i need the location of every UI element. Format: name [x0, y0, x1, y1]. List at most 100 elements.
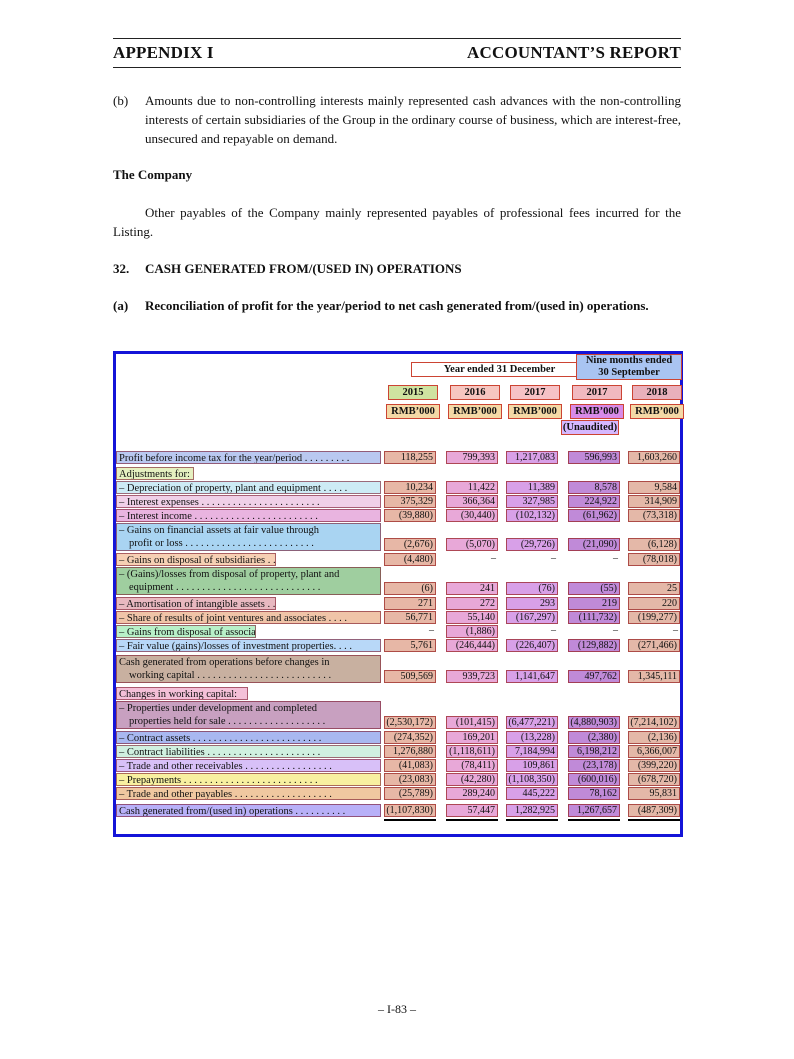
row-value: 327,985 — [506, 495, 558, 508]
note-b-label: (b) — [113, 93, 129, 108]
section-a-heading: (a) Reconciliation of profit for the yea… — [113, 296, 681, 315]
row-value: 272 — [446, 597, 498, 610]
row-value: 10,234 — [384, 481, 436, 494]
row-value: (1,107,830) — [384, 804, 436, 817]
row-value: 1,217,083 — [506, 451, 558, 464]
row-value: 497,762 — [568, 670, 620, 683]
row-value: 6,198,212 — [568, 745, 620, 758]
row-value: (21,090) — [568, 538, 620, 551]
row-value: 11,422 — [446, 481, 498, 494]
row-value: 25 — [628, 582, 680, 595]
row-value: 366,364 — [446, 495, 498, 508]
reconciliation-table: Year ended 31 December Nine months ended… — [113, 351, 684, 837]
row-label-line2: profit or loss . . . . . . . . . . . . .… — [129, 538, 314, 549]
row-value: (102,132) — [506, 509, 558, 522]
year-header-4: 2018 — [632, 385, 682, 400]
row-label: – Fair value (gains)/losses of investmen… — [116, 639, 381, 652]
row-label: Changes in working capital: — [116, 687, 248, 700]
nine-months-line2: 30 September — [598, 367, 660, 378]
row-value: (4,880,903) — [568, 716, 620, 729]
row-value: 375,329 — [384, 495, 436, 508]
row-label-line1: Adjustments for: — [119, 469, 190, 480]
row-label: – Contract assets . . . . . . . . . . . … — [116, 731, 381, 744]
row-value: (13,228) — [506, 731, 558, 744]
row-label-line1: – Properties under development and compl… — [119, 703, 317, 714]
row-label: – (Gains)/losses from disposal of proper… — [116, 567, 381, 595]
section-32-title: CASH GENERATED FROM/(USED IN) OPERATIONS — [145, 261, 462, 276]
row-value: 314,909 — [628, 495, 680, 508]
row-value: (101,415) — [446, 716, 498, 729]
row-value: (1,118,611) — [446, 745, 498, 758]
row-value: (246,444) — [446, 639, 498, 652]
row-value: (6) — [384, 582, 436, 595]
row-value: 11,389 — [506, 481, 558, 494]
section-32-heading: 32. CASH GENERATED FROM/(USED IN) OPERAT… — [113, 259, 681, 278]
row-label: Adjustments for: — [116, 467, 194, 480]
row-value: (6,128) — [628, 538, 680, 551]
row-value: 7,184,994 — [506, 745, 558, 758]
row-label: – Interest income . . . . . . . . . . . … — [116, 509, 381, 522]
row-value: 224,922 — [568, 495, 620, 508]
row-label-line1: – Interest expenses . . . . . . . . . . … — [119, 497, 320, 508]
row-label: Cash generated from operations before ch… — [116, 655, 381, 683]
row-label-line2: working capital . . . . . . . . . . . . … — [129, 670, 332, 681]
row-label-line1: Cash generated from operations before ch… — [119, 657, 330, 668]
section-a-label: (a) — [113, 298, 129, 313]
row-value: – — [673, 625, 678, 636]
unit-header-2: RMB’000 — [508, 404, 562, 419]
row-label-line1: – (Gains)/losses from disposal of proper… — [119, 569, 340, 580]
row-value: 799,393 — [446, 451, 498, 464]
row-value: 271 — [384, 597, 436, 610]
row-value: 109,861 — [506, 759, 558, 772]
row-value: (271,466) — [628, 639, 680, 652]
double-underline — [568, 819, 620, 821]
row-label: – Gains on financial assets at fair valu… — [116, 523, 381, 551]
row-value: (55) — [568, 582, 620, 595]
row-value: 6,366,007 — [628, 745, 680, 758]
row-value: 8,578 — [568, 481, 620, 494]
row-value: 56,771 — [384, 611, 436, 624]
row-value: (73,318) — [628, 509, 680, 522]
row-label: – Properties under development and compl… — [116, 701, 381, 729]
section-a-title: Reconciliation of profit for the year/pe… — [145, 298, 649, 313]
section-32-number: 32. — [113, 261, 130, 276]
row-label-line1: – Contract assets . . . . . . . . . . . … — [119, 733, 322, 744]
row-value: 220 — [628, 597, 680, 610]
row-label: Cash generated from/(used in) operations… — [116, 804, 381, 817]
unit-header-1: RMB’000 — [448, 404, 502, 419]
row-value: (1,886) — [446, 625, 498, 638]
row-value: 57,447 — [446, 804, 498, 817]
row-value: (167,297) — [506, 611, 558, 624]
row-label-line1: Cash generated from/(used in) operations… — [119, 806, 346, 817]
row-value: 95,831 — [628, 787, 680, 800]
row-label-line2: equipment . . . . . . . . . . . . . . . … — [129, 582, 321, 593]
row-value: – — [613, 625, 618, 636]
row-label-line1: – Prepayments . . . . . . . . . . . . . … — [119, 775, 318, 786]
note-b: (b) Amounts due to non-controlling inter… — [113, 91, 681, 148]
row-value: (76) — [506, 582, 558, 595]
row-value: 1,603,260 — [628, 451, 680, 464]
unit-header-4: RMB’000 — [630, 404, 684, 419]
row-value: 5,761 — [384, 639, 436, 652]
row-label-line2: properties held for sale . . . . . . . .… — [129, 716, 326, 727]
row-value: (2,380) — [568, 731, 620, 744]
note-b-text: Amounts due to non-controlling interests… — [145, 93, 681, 146]
unit-header-0: RMB’000 — [386, 404, 440, 419]
row-value: 9,584 — [628, 481, 680, 494]
row-label: – Depreciation of property, plant and eq… — [116, 481, 381, 494]
row-value: 219 — [568, 597, 620, 610]
row-value: – — [613, 553, 618, 564]
double-underline — [628, 819, 680, 821]
row-label: – Share of results of joint ventures and… — [116, 611, 381, 624]
year-header-2: 2017 — [510, 385, 560, 400]
row-label-line1: – Trade and other receivables . . . . . … — [119, 761, 332, 772]
row-label: – Prepayments . . . . . . . . . . . . . … — [116, 773, 381, 786]
row-value: (6,477,221) — [506, 716, 558, 729]
row-value: (41,083) — [384, 759, 436, 772]
row-value: (29,726) — [506, 538, 558, 551]
row-label: – Contract liabilities . . . . . . . . .… — [116, 745, 381, 758]
row-value: (7,214,102) — [628, 716, 680, 729]
company-heading: The Company — [113, 167, 193, 182]
report-title: ACCOUNTANT’S REPORT — [467, 43, 681, 62]
row-label: Profit before income tax for the year/pe… — [116, 451, 381, 464]
